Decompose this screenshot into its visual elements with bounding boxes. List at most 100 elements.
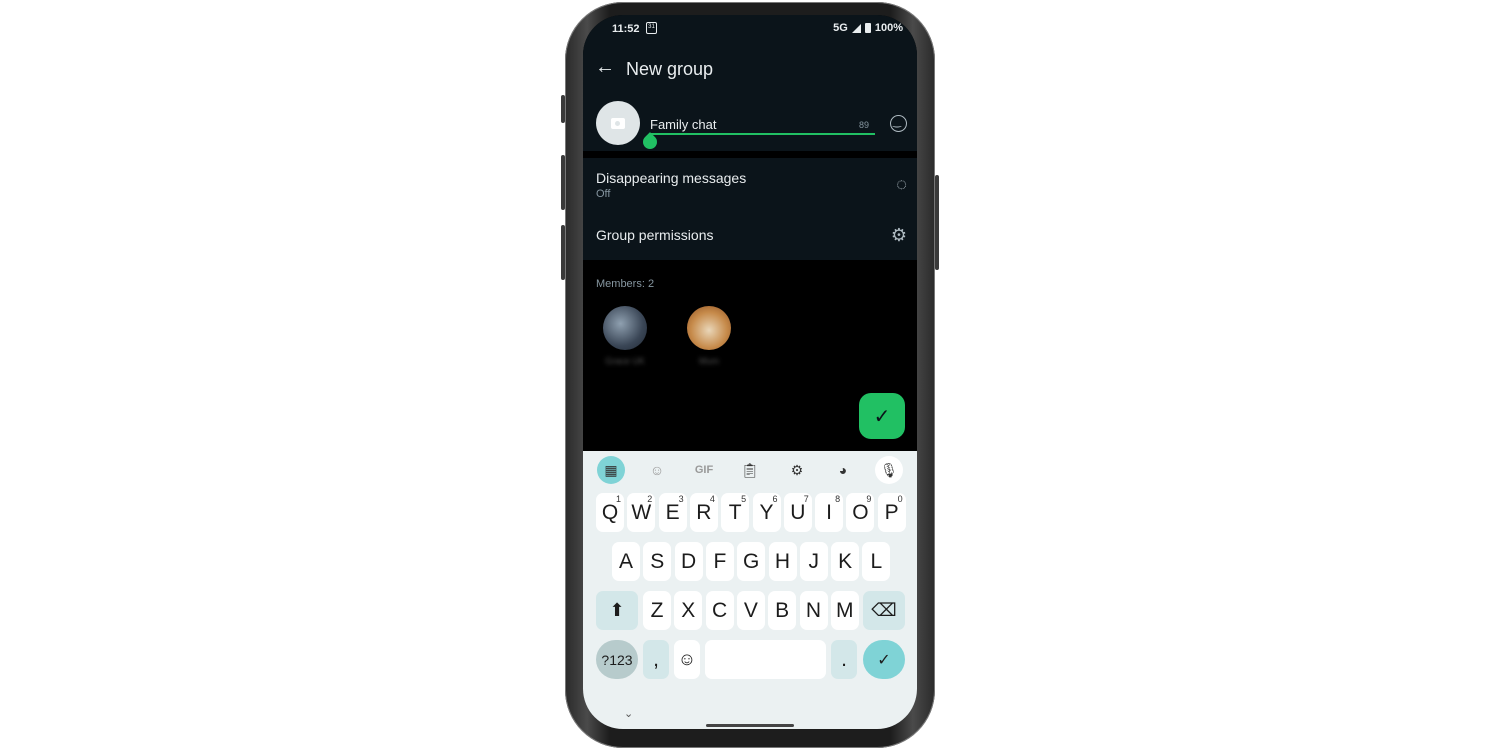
key-label: R	[696, 500, 712, 524]
key-label: A	[618, 549, 633, 573]
key[interactable]: L	[862, 542, 891, 581]
key-label: P	[884, 500, 899, 524]
key-label: M	[836, 598, 854, 622]
side-button	[561, 95, 565, 123]
group-name-section: 89	[583, 93, 917, 152]
setting-value: Off	[596, 188, 611, 200]
member-name: Grace UK	[605, 356, 645, 366]
space-bar[interactable]	[705, 640, 826, 679]
key[interactable]: S	[643, 542, 672, 581]
key[interactable]: Q1	[596, 493, 624, 532]
key-label: E	[665, 500, 680, 524]
period-key[interactable]: .	[831, 640, 857, 679]
group-name-input[interactable]	[650, 115, 875, 133]
symbols-key[interactable]: ?123	[596, 640, 638, 679]
key-label: .	[841, 647, 847, 671]
char-counter: 89	[859, 120, 870, 130]
key-label: T	[728, 500, 742, 524]
gear-icon: ⚙	[890, 225, 907, 245]
status-time: 11:52	[612, 23, 640, 35]
checkmark-icon: ✓	[873, 405, 891, 428]
app-bar: ← New group	[583, 43, 917, 93]
key-label: O	[852, 500, 869, 524]
key-label: I	[826, 500, 833, 524]
key[interactable]: W2	[627, 493, 656, 532]
chevron-down-icon[interactable]: ⌄	[624, 707, 633, 720]
setting-label: Disappearing messages	[596, 170, 747, 186]
key[interactable]: H	[768, 542, 797, 581]
key[interactable]: R4	[689, 493, 718, 532]
keyboard: ▦ ☺ GIF 📋︎ ⚙ ◕ 🎙︎ Q1W2E3R4T5Y6U7I8O9P0AS…	[583, 451, 917, 729]
comma-key[interactable]: ,	[643, 640, 669, 679]
input-underline	[650, 133, 875, 135]
key[interactable]: J	[799, 542, 828, 581]
key-label: L	[870, 549, 883, 573]
key[interactable]: P0	[877, 493, 906, 532]
key[interactable]: B	[768, 591, 797, 630]
arrow-left-icon[interactable]: ←	[595, 56, 615, 79]
key-hint: 2	[647, 494, 653, 504]
member-item[interactable]: Grace UK	[603, 306, 647, 366]
camera-icon	[611, 117, 625, 129]
clipboard-icon[interactable]: 📋︎	[736, 456, 764, 484]
key-label: D	[681, 549, 697, 573]
key[interactable]: Z	[643, 591, 671, 630]
microphone-icon[interactable]: 🎙︎	[875, 456, 903, 484]
signal-icon	[851, 23, 861, 33]
key[interactable]: K	[831, 542, 860, 581]
key[interactable]: T5	[721, 493, 750, 532]
key[interactable]: A	[612, 542, 640, 581]
home-indicator[interactable]	[706, 724, 794, 727]
group-settings: Disappearing messages Off ◌ Group permis…	[583, 158, 917, 260]
keyboard-toolbar: ▦ ☺ GIF 📋︎ ⚙ ◕ 🎙︎	[583, 456, 917, 484]
create-group-button[interactable]: ✓	[859, 393, 905, 439]
shift-key[interactable]: ⬆	[596, 591, 638, 630]
emoji-icon[interactable]	[890, 115, 907, 132]
status-bar: 11:52 31 5G 100%	[583, 15, 917, 43]
key-label: ,	[653, 647, 659, 671]
key-label: F	[713, 549, 727, 573]
gif-button[interactable]: GIF	[690, 456, 718, 484]
key[interactable]: N	[799, 591, 828, 630]
key[interactable]: E3	[658, 493, 687, 532]
key[interactable]: M	[830, 591, 859, 630]
side-button	[935, 175, 939, 270]
group-permissions-row[interactable]: Group permissions ⚙	[583, 214, 917, 260]
key[interactable]: O9	[846, 493, 875, 532]
palette-icon[interactable]: ◕	[829, 456, 857, 484]
backspace-key[interactable]: ⌫	[863, 591, 905, 630]
key[interactable]: D	[674, 542, 703, 581]
sticker-icon[interactable]: ☺	[643, 456, 671, 484]
key[interactable]: U7	[783, 493, 812, 532]
key-label: ?123	[601, 651, 633, 668]
key-hint: 3	[678, 494, 684, 504]
key[interactable]: F	[705, 542, 734, 581]
key-label: C	[712, 598, 728, 622]
key-label: S	[650, 549, 665, 573]
key[interactable]: V	[736, 591, 765, 630]
key[interactable]: C	[705, 591, 734, 630]
key[interactable]: Y6	[752, 493, 781, 532]
side-button	[561, 155, 565, 210]
key-label: G	[743, 549, 760, 573]
calendar-icon: 31	[646, 22, 657, 34]
phone-screen: 11:52 31 5G 100% ← New group 89 Disappea…	[583, 15, 917, 729]
emoji-key[interactable]: ☺	[674, 640, 700, 679]
key-hint: 9	[866, 494, 872, 504]
apps-grid-icon[interactable]: ▦	[597, 456, 625, 484]
key[interactable]: I8	[815, 493, 844, 532]
settings-icon[interactable]: ⚙	[783, 456, 811, 484]
key-label: K	[838, 549, 853, 573]
group-photo-button[interactable]	[596, 101, 640, 145]
key[interactable]: X	[674, 591, 703, 630]
avatar	[687, 306, 731, 350]
disappearing-messages-row[interactable]: Disappearing messages Off ◌	[583, 158, 917, 210]
key-label: U	[790, 500, 806, 524]
enter-key[interactable]: ✓	[863, 640, 905, 679]
key-label: Z	[650, 598, 664, 622]
member-name: Mum	[699, 356, 719, 366]
member-item[interactable]: Mum	[687, 306, 731, 366]
text-cursor-handle[interactable]	[640, 132, 660, 152]
key[interactable]: G	[737, 542, 766, 581]
key-label: Q	[601, 500, 619, 524]
